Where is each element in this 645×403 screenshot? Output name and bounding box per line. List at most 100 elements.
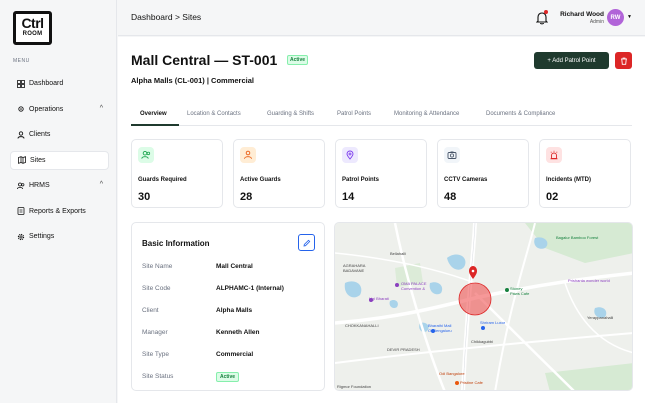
map-label: DEVIR PRADESH [387, 347, 420, 352]
users-icon [17, 182, 25, 190]
user-icon [17, 130, 25, 139]
user-role: Admin [589, 19, 604, 25]
user-name: Richard Wood [560, 11, 604, 18]
logo-line1: Ctrl [21, 15, 44, 31]
info-value: ALPHAMC-1 (Internal) [216, 285, 284, 292]
map-label: BADAVANE [343, 268, 365, 273]
notification-dot [544, 10, 548, 14]
alarm-icon [546, 147, 562, 163]
card-title: Basic Information [142, 239, 210, 248]
sidebar-nav: Dashboard Operations ^ Clients Sites HRM… [10, 74, 109, 253]
sidebar-item-hrms[interactable]: HRMS ^ [10, 176, 109, 195]
info-key: Client [142, 307, 159, 314]
trash-icon [620, 57, 627, 65]
breadcrumb[interactable]: Dashboard > Sites [131, 12, 201, 22]
sidebar-item-label: Reports & Exports [29, 207, 86, 215]
sidebar: Ctrl ROOM MENU Dashboard Operations ^ Cl… [0, 0, 117, 403]
active-tab-indicator [131, 124, 179, 126]
info-row-manager: Manager Kenneth Allen [142, 329, 322, 341]
tab-bar: Overview Location & Contacts Guarding & … [131, 107, 632, 126]
info-row-site-status: Site Status Active [142, 372, 322, 385]
sidebar-item-label: HRMS [29, 182, 50, 189]
grid-icon [17, 79, 25, 88]
chevron-up-icon[interactable]: ^ [100, 181, 103, 188]
map-label: Bellahalli [390, 251, 407, 256]
stat-value: 30 [138, 191, 151, 203]
sidebar-item-label: Sites [30, 156, 46, 164]
info-row-client: Client Alpha Malls [142, 307, 322, 319]
map-label: Bagalur Bamboo Forest [556, 235, 599, 240]
gear-icon [17, 233, 25, 241]
sidebar-item-reports[interactable]: Reports & Exports [10, 202, 109, 221]
sidebar-item-dashboard[interactable]: Dashboard [10, 74, 109, 93]
sidebar-item-settings[interactable]: Settings [10, 227, 109, 246]
map-label: Odi Bangalore [439, 371, 465, 376]
info-key: Site Type [142, 351, 169, 358]
stat-card-cctv-cameras: CCTV Cameras 48 [437, 139, 529, 208]
delete-button[interactable] [615, 52, 632, 69]
stat-label: Patrol Points [342, 177, 380, 183]
info-key: Manager [142, 329, 168, 336]
info-value: Kenneth Allen [216, 329, 260, 336]
sidebar-item-label: Operations [29, 105, 64, 113]
tab-patrol-points[interactable]: Patrol Points [337, 111, 371, 117]
info-row-site-name: Site Name Mall Central [142, 263, 322, 275]
map-label: Paws Cafe [510, 291, 530, 296]
stat-card-patrol-points: Patrol Points 14 [335, 139, 427, 208]
stat-card-guards-required: Guards Required 30 [131, 139, 223, 208]
map-canvas[interactable] [335, 223, 633, 391]
tab-overview[interactable]: Overview [140, 111, 167, 117]
status-badge: Active [287, 55, 309, 65]
status-badge: Active [216, 372, 240, 382]
location-pin-icon [342, 147, 358, 163]
map-label: Chikkagubbi [471, 339, 494, 344]
users-icon [138, 147, 154, 163]
map-label: Shriram Luxor [480, 320, 506, 325]
sidebar-item-label: Dashboard [29, 80, 64, 87]
map-label: Rigmor Foundation [337, 384, 372, 389]
stat-value: 02 [546, 191, 559, 203]
ctrl-room-logo[interactable]: Ctrl ROOM [13, 11, 52, 45]
info-value: Commercial [216, 351, 254, 358]
main-content: Mall Central — ST-001 Active Alpha Malls… [118, 37, 645, 403]
stat-value: 28 [240, 191, 253, 203]
avatar[interactable]: RW [607, 9, 624, 26]
edit-button[interactable] [298, 234, 315, 251]
tab-location-contacts[interactable]: Location & Contacts [187, 111, 241, 117]
map-label: Prishanta wonder world [568, 278, 610, 283]
sidebar-item-clients[interactable]: Clients [10, 125, 109, 144]
site-subtitle: Alpha Malls (CL-001) | Commercial [131, 76, 254, 85]
basic-information-card: Basic Information Site Name Mall Central… [131, 222, 325, 391]
info-key: Site Name [142, 263, 173, 270]
stat-label: Guards Required [138, 177, 187, 183]
camera-icon [444, 147, 460, 163]
tab-documents-compliance[interactable]: Documents & Compliance [486, 111, 555, 117]
info-row-site-type: Site Type Commercial [142, 351, 322, 363]
map-label: Hgi Bharati [369, 296, 389, 301]
stat-card-incidents: Incidents (MTD) 02 [539, 139, 631, 208]
stat-value: 14 [342, 191, 355, 203]
map-label: Convention & [401, 286, 426, 291]
site-radius-circle [458, 282, 492, 316]
site-map[interactable]: Bellahalli AGRAHARA BADAVANE OMA PALACE … [334, 222, 633, 391]
pencil-icon [302, 239, 310, 247]
map-label: Yerappanahalli [587, 315, 614, 320]
chevron-down-icon[interactable]: ▼ [627, 14, 632, 20]
top-header: Dashboard > Sites Richard Wood Admin RW … [118, 0, 645, 36]
stat-card-active-guards: Active Guards 28 [233, 139, 325, 208]
tab-monitoring-attendance[interactable]: Monitoring & Attendance [394, 111, 459, 117]
sidebar-item-operations[interactable]: Operations ^ [10, 100, 109, 119]
add-patrol-point-button[interactable]: + Add Patrol Point [534, 52, 609, 69]
logo-line2: ROOM [22, 31, 43, 37]
map-label: Of Bengaluru [428, 328, 452, 333]
sidebar-item-sites[interactable]: Sites [10, 150, 109, 170]
menu-label: MENU [13, 58, 30, 64]
settings-sliders-icon [17, 105, 25, 113]
stat-label: Active Guards [240, 177, 281, 183]
info-key: Site Status [142, 373, 174, 380]
map-label: Pristine Cafe [460, 380, 483, 385]
chevron-up-icon[interactable]: ^ [100, 105, 103, 112]
user-check-icon [240, 147, 256, 163]
tab-guarding-shifts[interactable]: Guarding & Shifts [267, 111, 314, 117]
map-icon [18, 156, 26, 164]
